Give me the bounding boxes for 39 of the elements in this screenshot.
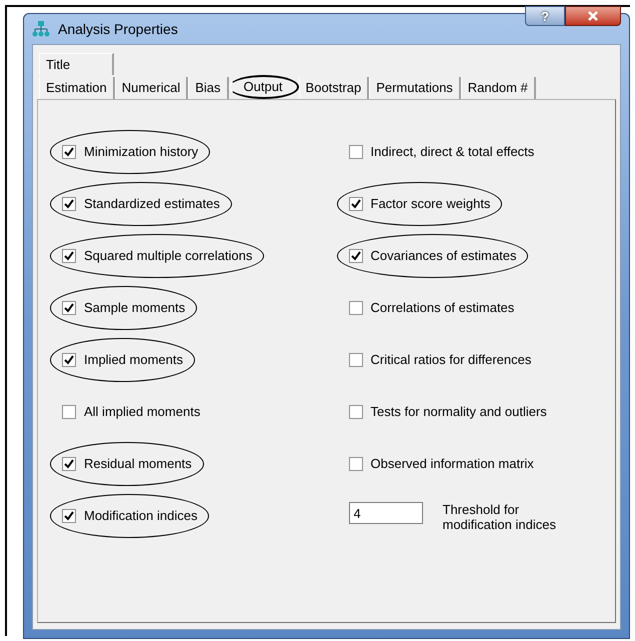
checkbox[interactable]: [348, 197, 362, 211]
option-label: Indirect, direct & total effects: [370, 143, 534, 162]
option-label: Tests for normality and outliers: [370, 403, 547, 422]
option-label: Covariances of estimates: [370, 247, 516, 266]
option-label: Critical ratios for differences: [370, 351, 532, 370]
option-label: Standardized estimates: [84, 195, 220, 214]
checkbox[interactable]: [348, 405, 362, 419]
checkbox[interactable]: [62, 197, 76, 211]
option-label: Factor score weights: [370, 195, 490, 214]
option-label: Minimization history: [84, 143, 198, 162]
checkbox[interactable]: [348, 249, 362, 263]
checkbox[interactable]: [62, 249, 76, 263]
option-label: Sample moments: [84, 299, 186, 318]
checkbox[interactable]: [62, 353, 76, 367]
option-label: Observed information matrix: [370, 455, 534, 474]
option-label: Residual moments: [84, 455, 192, 474]
checkbox[interactable]: [348, 301, 362, 315]
option-label: All implied moments: [84, 403, 200, 422]
checkbox[interactable]: [62, 301, 76, 315]
checkbox[interactable]: [348, 353, 362, 367]
checkbox[interactable]: [348, 457, 362, 471]
checkbox[interactable]: [62, 509, 76, 523]
threshold-field[interactable]: 4: [348, 502, 422, 524]
close-icon: [587, 11, 599, 21]
option-label: Correlations of estimates: [370, 299, 514, 318]
threshold-label: Threshold for: [442, 502, 520, 517]
close-button[interactable]: [565, 6, 621, 26]
checkbox[interactable]: [62, 145, 76, 159]
checkbox[interactable]: [62, 405, 76, 419]
hierarchy-icon: [32, 20, 50, 38]
option-label: Squared multiple correlations: [84, 247, 252, 266]
option-label: Modification indices: [84, 507, 198, 526]
tab[interactable]: Title: [39, 53, 114, 75]
window-title: Analysis Properties: [58, 20, 178, 39]
threshold-label: modification indices: [442, 517, 556, 532]
tab[interactable]: Output: [228, 75, 299, 99]
checkbox[interactable]: [348, 145, 362, 159]
checkbox[interactable]: [62, 457, 76, 471]
option-label: Implied moments: [84, 351, 183, 370]
